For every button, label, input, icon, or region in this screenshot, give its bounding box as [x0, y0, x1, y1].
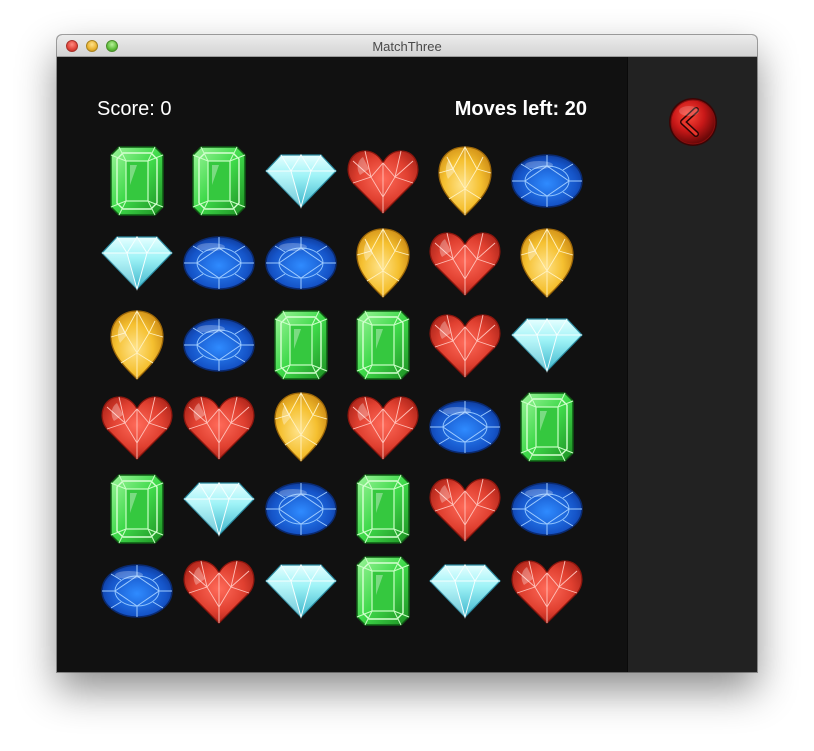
gem-teardrop[interactable] — [109, 309, 165, 381]
gem-diamond[interactable] — [183, 481, 255, 537]
gem-emerald[interactable] — [355, 473, 411, 545]
gem-oval[interactable] — [265, 481, 337, 537]
back-arrow-icon — [669, 98, 717, 146]
gem-heart[interactable] — [429, 311, 501, 379]
game-window: MatchThree Score: 0 Moves left: 20 — [57, 35, 757, 672]
gem-heart[interactable] — [429, 475, 501, 543]
gem-heart[interactable] — [101, 393, 173, 461]
gem-heart[interactable] — [429, 229, 501, 297]
gem-emerald[interactable] — [273, 309, 329, 381]
gem-board — [57, 57, 627, 672]
gem-oval[interactable] — [429, 399, 501, 455]
gem-teardrop[interactable] — [437, 145, 493, 217]
gem-emerald[interactable] — [191, 145, 247, 217]
gem-heart[interactable] — [347, 147, 419, 215]
gem-emerald[interactable] — [109, 473, 165, 545]
gem-oval[interactable] — [183, 235, 255, 291]
gem-diamond[interactable] — [265, 153, 337, 209]
gem-oval[interactable] — [511, 153, 583, 209]
side-panel — [627, 57, 757, 672]
gem-diamond[interactable] — [511, 317, 583, 373]
gem-heart[interactable] — [347, 393, 419, 461]
gem-teardrop[interactable] — [273, 391, 329, 463]
gem-oval[interactable] — [183, 317, 255, 373]
gem-emerald[interactable] — [355, 555, 411, 627]
gem-diamond[interactable] — [101, 235, 173, 291]
gem-diamond[interactable] — [265, 563, 337, 619]
gem-emerald[interactable] — [109, 145, 165, 217]
window-title: MatchThree — [372, 39, 442, 54]
game-area: Score: 0 Moves left: 20 — [57, 57, 627, 672]
gem-oval[interactable] — [101, 563, 173, 619]
gem-heart[interactable] — [511, 557, 583, 625]
gem-teardrop[interactable] — [355, 227, 411, 299]
gem-teardrop[interactable] — [519, 227, 575, 299]
title-bar[interactable]: MatchThree — [57, 35, 757, 57]
gem-diamond[interactable] — [429, 563, 501, 619]
gem-oval[interactable] — [265, 235, 337, 291]
back-button[interactable] — [668, 97, 718, 147]
gem-emerald[interactable] — [519, 391, 575, 463]
gem-heart[interactable] — [183, 557, 255, 625]
gem-emerald[interactable] — [355, 309, 411, 381]
gem-heart[interactable] — [183, 393, 255, 461]
gem-oval[interactable] — [511, 481, 583, 537]
